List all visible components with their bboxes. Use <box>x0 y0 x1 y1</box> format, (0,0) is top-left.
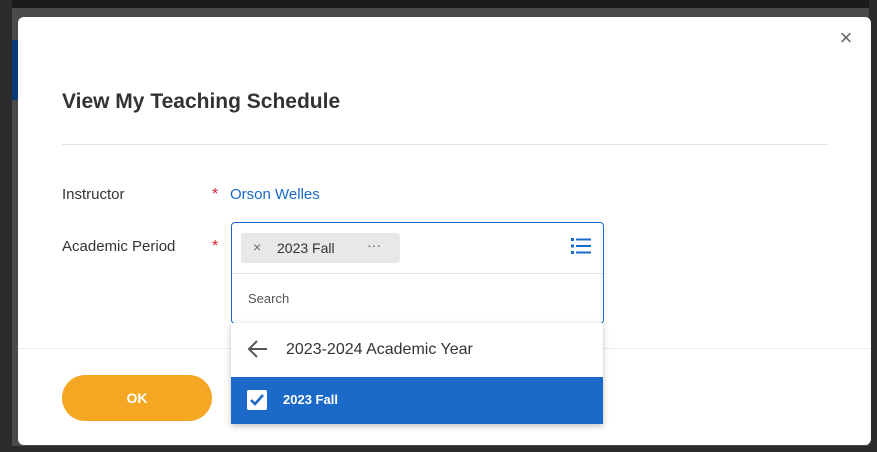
remove-pill-icon[interactable]: × <box>253 239 261 255</box>
arrow-left-icon <box>247 340 267 358</box>
search-input[interactable] <box>234 279 610 317</box>
close-icon[interactable]: × <box>840 25 853 50</box>
back-to-academic-year[interactable]: 2023-2024 Academic Year <box>231 323 603 377</box>
checkbox[interactable] <box>247 390 267 410</box>
checkmark-icon <box>250 394 264 406</box>
pill-label: 2023 Fall <box>277 240 335 256</box>
ok-button[interactable]: OK <box>62 375 212 421</box>
pill-more-icon[interactable]: ··· <box>367 237 381 253</box>
close-button[interactable]: × <box>835 27 857 49</box>
academic-period-dropdown: 2023-2024 Academic Year 2023 Fall <box>231 323 603 424</box>
instructor-label: Instructor <box>62 186 125 203</box>
screen-frame-bottom <box>0 446 877 452</box>
list-icon[interactable] <box>571 237 591 255</box>
academic-period-prompt[interactable]: × 2023 Fall ··· <box>231 222 610 324</box>
selected-pill: × 2023 Fall ··· <box>241 233 400 263</box>
screen-frame-top <box>0 0 877 8</box>
back-item-label: 2023-2024 Academic Year <box>286 341 473 358</box>
academic-period-required-mark: * <box>212 238 219 255</box>
instructor-link[interactable]: Orson Welles <box>230 186 320 203</box>
dialog-title: View My Teaching Schedule <box>62 90 341 113</box>
instructor-required-mark: * <box>212 186 219 203</box>
screen-frame-left <box>0 0 12 452</box>
search-divider <box>232 273 603 274</box>
academic-period-label: Academic Period <box>62 238 176 255</box>
option-label: 2023 Fall <box>283 392 338 407</box>
title-divider <box>62 144 828 145</box>
option-2023-fall[interactable]: 2023 Fall <box>231 377 603 424</box>
